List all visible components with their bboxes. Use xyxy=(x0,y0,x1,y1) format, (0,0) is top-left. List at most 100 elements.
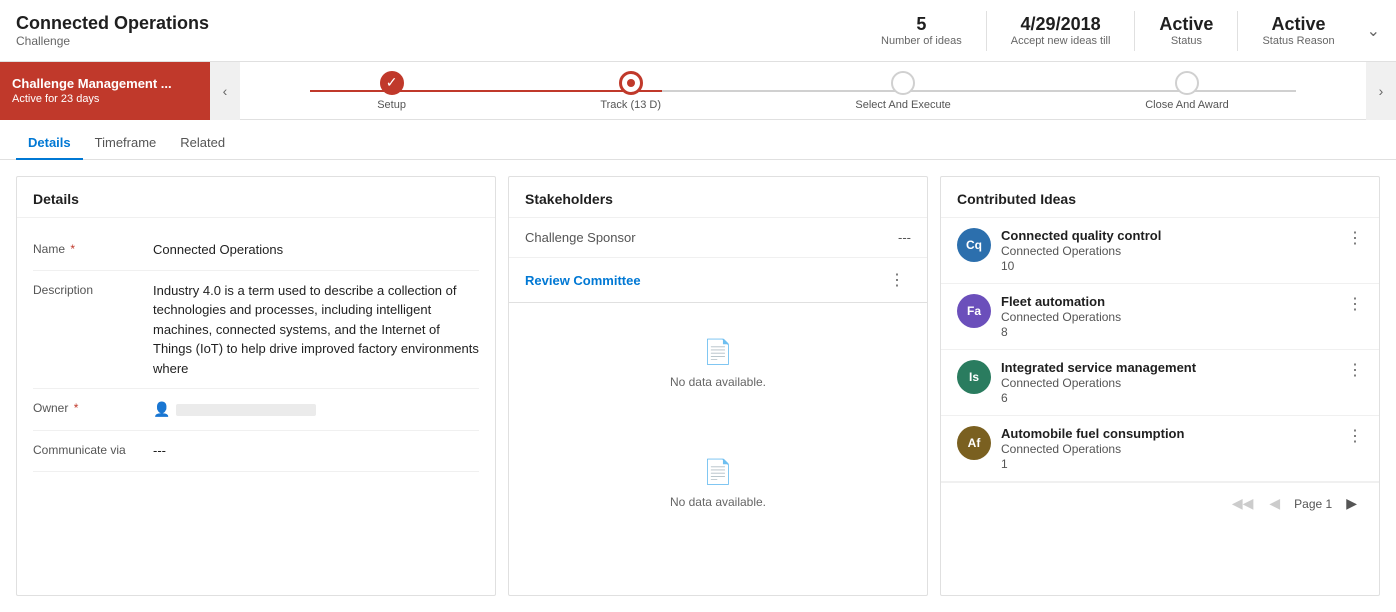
step-label-setup: Setup xyxy=(377,99,406,111)
pagination-bar: ◀◀ ◀ Page 1 ▶ xyxy=(941,482,1379,524)
tab-bar: Details Timeframe Related xyxy=(0,120,1396,160)
field-owner-label: Owner * xyxy=(33,399,153,415)
header-dropdown-button[interactable]: ⌄ xyxy=(1367,21,1380,41)
pagination-next-button[interactable]: ▶ xyxy=(1340,491,1363,516)
page-subtitle: Challenge xyxy=(16,34,881,48)
ideas-count-label: Number of ideas xyxy=(881,35,962,47)
progress-next-button[interactable]: › xyxy=(1366,62,1396,120)
field-owner-value: 👤 xyxy=(153,399,479,420)
progress-track: ✓ Setup Track (13 D) Select And Execute … xyxy=(240,71,1366,111)
idea-menu-button[interactable]: ⋮ xyxy=(1347,228,1363,248)
owner-required-marker: * xyxy=(74,401,79,415)
step-label-select: Select And Execute xyxy=(855,99,950,111)
progress-prev-button[interactable]: ‹ xyxy=(210,62,240,120)
field-communicate-label: Communicate via xyxy=(33,441,153,457)
step-circle-setup: ✓ xyxy=(380,71,404,95)
field-owner-row: Owner * 👤 xyxy=(33,389,479,431)
idea-count: 10 xyxy=(1001,259,1337,273)
idea-count: 6 xyxy=(1001,391,1337,405)
idea-count: 1 xyxy=(1001,457,1337,471)
page-title: Connected Operations xyxy=(16,13,881,34)
no-data-text-1: No data available. xyxy=(670,375,766,389)
field-communicate-row: Communicate via --- xyxy=(33,431,479,472)
step-select: Select And Execute xyxy=(855,71,950,111)
page-header: Connected Operations Challenge 5 Number … xyxy=(0,0,1396,62)
field-name-row: Name * Connected Operations xyxy=(33,230,479,271)
idea-list-item: Cq Connected quality control Connected O… xyxy=(941,218,1379,284)
idea-info: Fleet automation Connected Operations 8 xyxy=(1001,294,1337,339)
sponsor-value: --- xyxy=(898,230,911,245)
field-description-value: Industry 4.0 is a term used to describe … xyxy=(153,281,479,379)
review-committee-header: Review Committee ⋮ xyxy=(509,258,927,303)
details-panel: Details Name * Connected Operations Desc… xyxy=(16,176,496,596)
status-value: Active xyxy=(1159,14,1213,35)
field-description-label: Description xyxy=(33,281,153,297)
idea-menu-button[interactable]: ⋮ xyxy=(1347,294,1363,314)
idea-menu-button[interactable]: ⋮ xyxy=(1347,426,1363,446)
ideas-list: Cq Connected quality control Connected O… xyxy=(941,218,1379,482)
step-circle-close xyxy=(1175,71,1199,95)
status-reason-value: Active xyxy=(1262,14,1334,35)
owner-person-icon: 👤 xyxy=(153,399,170,420)
stakeholders-panel: Stakeholders Challenge Sponsor --- Revie… xyxy=(508,176,928,596)
status-reason-item: Active Status Reason xyxy=(1262,14,1334,47)
no-data-icon-2: 📄 xyxy=(703,458,733,487)
sponsor-row: Challenge Sponsor --- xyxy=(509,218,927,258)
idea-org: Connected Operations xyxy=(1001,310,1337,324)
no-data-text-2: No data available. xyxy=(670,495,766,509)
tab-related[interactable]: Related xyxy=(168,127,237,160)
meta-divider-1 xyxy=(986,11,987,51)
header-title-section: Connected Operations Challenge xyxy=(16,13,881,48)
pagination-first-button[interactable]: ◀◀ xyxy=(1226,491,1260,516)
review-committee-title[interactable]: Review Committee xyxy=(525,273,641,288)
stakeholders-no-data-2: 📄 No data available. xyxy=(509,423,927,543)
name-required-marker: * xyxy=(70,242,75,256)
idea-avatar: Cq xyxy=(957,228,991,262)
idea-org: Connected Operations xyxy=(1001,442,1337,456)
no-data-icon-1: 📄 xyxy=(703,338,733,367)
idea-list-item: Fa Fleet automation Connected Operations… xyxy=(941,284,1379,350)
meta-divider-2 xyxy=(1134,11,1135,51)
idea-info: Connected quality control Connected Oper… xyxy=(1001,228,1337,273)
idea-name: Integrated service management xyxy=(1001,360,1337,375)
details-fields: Name * Connected Operations Description … xyxy=(17,218,495,484)
badge-sub: Active for 23 days xyxy=(12,93,198,105)
details-panel-title: Details xyxy=(17,177,495,218)
ideas-count-item: 5 Number of ideas xyxy=(881,14,962,47)
tab-timeframe[interactable]: Timeframe xyxy=(83,127,169,160)
status-label: Status xyxy=(1159,35,1213,47)
idea-list-item: Af Automobile fuel consumption Connected… xyxy=(941,416,1379,482)
sponsor-label: Challenge Sponsor xyxy=(525,230,636,245)
date-label: Accept new ideas till xyxy=(1011,35,1111,47)
owner-name-blurred xyxy=(176,404,316,416)
step-label-track: Track (13 D) xyxy=(600,99,661,111)
pagination-page-label: Page 1 xyxy=(1290,497,1336,511)
tab-details[interactable]: Details xyxy=(16,127,83,160)
idea-info: Automobile fuel consumption Connected Op… xyxy=(1001,426,1337,471)
idea-count: 8 xyxy=(1001,325,1337,339)
badge-title: Challenge Management ... xyxy=(12,76,198,91)
idea-info: Integrated service management Connected … xyxy=(1001,360,1337,405)
idea-avatar: Is xyxy=(957,360,991,394)
status-item: Active Status xyxy=(1159,14,1213,47)
idea-list-item: Is Integrated service management Connect… xyxy=(941,350,1379,416)
main-content: Details Name * Connected Operations Desc… xyxy=(0,160,1396,612)
idea-name: Fleet automation xyxy=(1001,294,1337,309)
header-meta: 5 Number of ideas 4/29/2018 Accept new i… xyxy=(881,11,1380,51)
idea-menu-button[interactable]: ⋮ xyxy=(1347,360,1363,380)
step-circle-track xyxy=(619,71,643,95)
idea-name: Automobile fuel consumption xyxy=(1001,426,1337,441)
date-item: 4/29/2018 Accept new ideas till xyxy=(1011,14,1111,47)
step-setup: ✓ Setup xyxy=(377,71,406,111)
pagination-prev-button[interactable]: ◀ xyxy=(1263,491,1286,516)
field-communicate-value: --- xyxy=(153,441,479,461)
review-committee-menu-button[interactable]: ⋮ xyxy=(883,268,911,292)
idea-name: Connected quality control xyxy=(1001,228,1337,243)
status-reason-label: Status Reason xyxy=(1262,35,1334,47)
idea-avatar: Fa xyxy=(957,294,991,328)
stakeholders-panel-title: Stakeholders xyxy=(509,177,927,218)
idea-org: Connected Operations xyxy=(1001,376,1337,390)
step-label-close: Close And Award xyxy=(1145,99,1229,111)
step-circle-select xyxy=(891,71,915,95)
review-committee-no-data: 📄 No data available. xyxy=(509,303,927,423)
